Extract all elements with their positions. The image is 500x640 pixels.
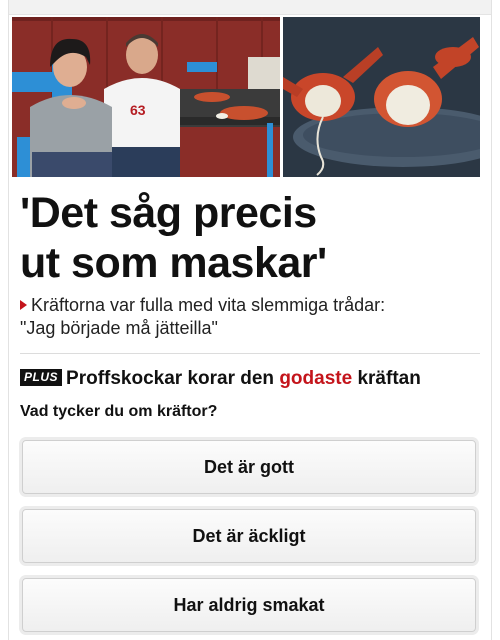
- plus-promo-link[interactable]: PLUS Proffskockar korar den godaste kräft…: [20, 367, 482, 391]
- promo-highlight[interactable]: godaste: [279, 368, 352, 389]
- poll-option-disgusting-button[interactable]: Det är äckligt: [22, 509, 476, 563]
- subline-line-2[interactable]: "Jag började må jätteilla": [20, 318, 218, 338]
- poll-option-good-button[interactable]: Det är gott: [22, 440, 476, 494]
- svg-text:63: 63: [130, 102, 146, 118]
- bullet-arrow-icon: [20, 300, 27, 310]
- people-photo[interactable]: 63: [12, 17, 280, 177]
- poll-option-never-tasted-button[interactable]: Har aldrig smakat: [22, 578, 476, 632]
- poll-question: Vad tycker du om kräftor?: [20, 403, 218, 420]
- plus-badge: PLUS: [20, 369, 63, 386]
- promo-text-before[interactable]: Proffskockar korar den: [66, 368, 279, 389]
- headline-line-2[interactable]: ut som maskar': [20, 239, 327, 287]
- crayfish-photo[interactable]: [283, 17, 480, 177]
- article-subheadline[interactable]: Kräftorna var fulla med vita slemmiga tr…: [20, 294, 482, 340]
- promo-text-after[interactable]: kräftan: [352, 368, 420, 389]
- article-images[interactable]: 63: [12, 17, 480, 177]
- subline-line-1[interactable]: Kräftorna var fulla med vita slemmiga tr…: [31, 295, 385, 315]
- top-edge: [9, 0, 491, 15]
- divider: [20, 353, 480, 354]
- headline-line-1[interactable]: 'Det såg precis: [20, 189, 317, 237]
- article-headline[interactable]: 'Det såg precis ut som maskar': [20, 188, 480, 288]
